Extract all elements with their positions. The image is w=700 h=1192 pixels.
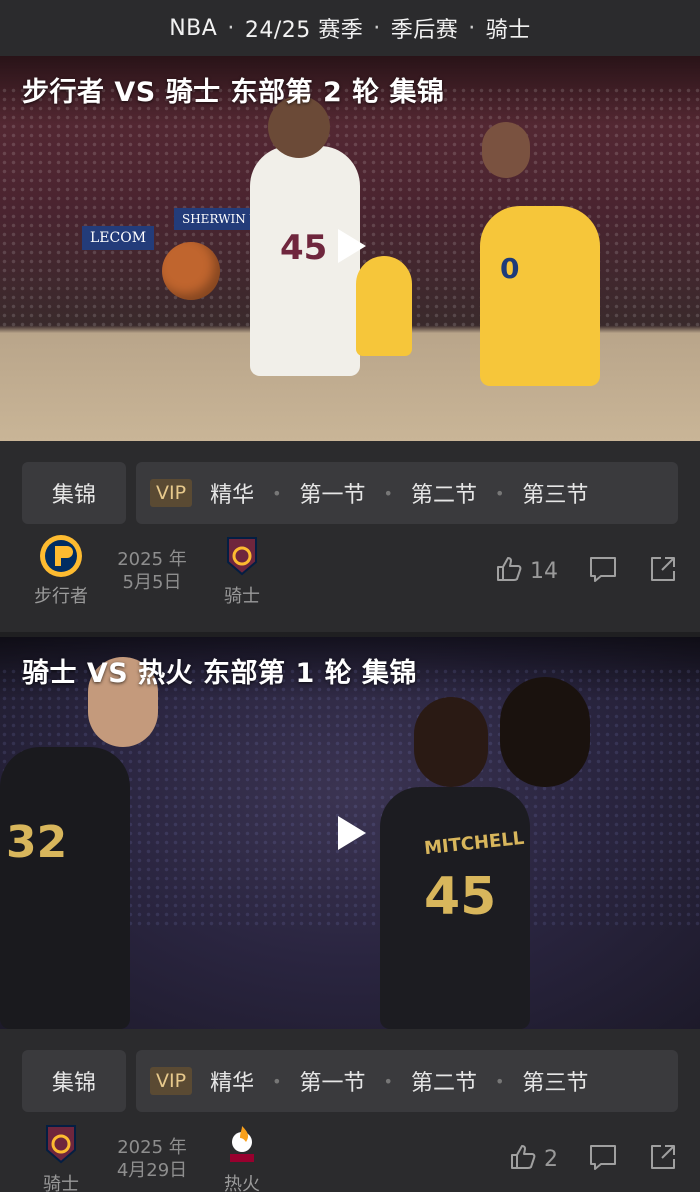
vip-badge[interactable]: VIP bbox=[150, 1067, 193, 1095]
card-actions: 14 bbox=[464, 554, 678, 588]
tag-highlights[interactable]: 集锦 bbox=[22, 1050, 126, 1112]
video-card: LECOM SHERWIN WILLIAMS 45 0 步行者 VS 骑士 东部… bbox=[0, 56, 700, 632]
dot-separator: • bbox=[383, 1071, 393, 1091]
tag-essence[interactable]: 精华 bbox=[210, 1065, 254, 1097]
breadcrumb: NBA · 24/25 赛季 · 季后赛 · 骑士 bbox=[0, 0, 700, 56]
team-home[interactable]: 步行者 bbox=[16, 534, 106, 608]
like-button[interactable]: 2 bbox=[508, 1142, 558, 1176]
like-count: 2 bbox=[544, 1146, 558, 1172]
play-icon[interactable] bbox=[330, 224, 374, 268]
tag-quarter-1[interactable]: 第一节 bbox=[300, 1065, 366, 1097]
like-count: 14 bbox=[530, 558, 558, 584]
breadcrumb-separator: · bbox=[468, 15, 476, 41]
jersey-number: 45 bbox=[280, 228, 328, 268]
tag-highlights[interactable]: 集锦 bbox=[22, 462, 126, 524]
video-thumbnail[interactable]: 32 MITCHELL 45 骑士 VS 热火 东部第 1 轮 集锦 bbox=[0, 637, 700, 1029]
thumbs-up-icon bbox=[508, 1142, 538, 1176]
jersey-number: 0 bbox=[500, 252, 520, 285]
tag-group: VIP 精华 • 第一节 • 第二节 • 第三节 bbox=[136, 1050, 678, 1112]
dot-separator: • bbox=[272, 483, 282, 503]
team-away[interactable]: 热火 bbox=[197, 1122, 287, 1192]
cavaliers-logo-icon bbox=[39, 1122, 83, 1166]
player-head bbox=[482, 122, 530, 178]
breadcrumb-separator: · bbox=[227, 15, 235, 41]
heat-logo-icon bbox=[220, 1122, 264, 1166]
video-title[interactable]: 步行者 VS 骑士 东部第 2 轮 集锦 bbox=[22, 70, 445, 109]
comment-button[interactable] bbox=[588, 1142, 618, 1176]
share-icon bbox=[648, 554, 678, 588]
dot-separator: • bbox=[494, 483, 505, 503]
tag-essence[interactable]: 精华 bbox=[210, 477, 254, 509]
comment-icon bbox=[588, 554, 618, 588]
arena-banner: LECOM bbox=[82, 226, 155, 250]
match-date: 2025 年 5月5日 bbox=[108, 548, 196, 594]
vip-badge[interactable]: VIP bbox=[150, 479, 193, 507]
share-button[interactable] bbox=[648, 554, 678, 588]
player-pacers bbox=[356, 256, 412, 356]
cavaliers-logo-icon bbox=[220, 534, 264, 578]
team-name: 热火 bbox=[224, 1174, 260, 1192]
comment-button[interactable] bbox=[588, 554, 618, 588]
player-cavaliers bbox=[0, 747, 130, 1029]
team-name: 步行者 bbox=[34, 586, 88, 607]
jersey-number: 32 bbox=[6, 817, 68, 868]
breadcrumb-team[interactable]: 骑士 bbox=[486, 12, 531, 44]
tag-bar: 集锦 VIP 精华 • 第一节 • 第二节 • 第三节 bbox=[22, 1050, 678, 1112]
dot-separator: • bbox=[272, 1071, 282, 1091]
play-icon[interactable] bbox=[330, 811, 374, 855]
video-title[interactable]: 骑士 VS 热火 东部第 1 轮 集锦 bbox=[22, 651, 417, 690]
jersey-number: 45 bbox=[424, 867, 497, 927]
comment-icon bbox=[588, 1142, 618, 1176]
tag-quarter-3[interactable]: 第三节 bbox=[522, 477, 588, 509]
video-card: 32 MITCHELL 45 骑士 VS 热火 东部第 1 轮 集锦 集锦 VI… bbox=[0, 637, 700, 1192]
match-meta: 步行者 2025 年 5月5日 骑士 14 bbox=[0, 534, 700, 614]
thumbs-up-icon bbox=[494, 554, 524, 588]
match-date: 2025 年 4月29日 bbox=[108, 1136, 196, 1182]
video-thumbnail[interactable]: LECOM SHERWIN WILLIAMS 45 0 步行者 VS 骑士 东部… bbox=[0, 56, 700, 441]
tag-quarter-2[interactable]: 第二节 bbox=[411, 1065, 477, 1097]
tag-bar: 集锦 VIP 精华 • 第一节 • 第二节 • 第三节 bbox=[22, 462, 678, 524]
tag-quarter-3[interactable]: 第三节 bbox=[522, 1065, 588, 1097]
card-actions: 2 bbox=[478, 1142, 678, 1176]
basketball bbox=[162, 242, 220, 300]
team-home[interactable]: 骑士 bbox=[16, 1122, 106, 1192]
team-name: 骑士 bbox=[224, 586, 260, 607]
breadcrumb-league[interactable]: NBA bbox=[169, 16, 217, 41]
match-meta: 骑士 2025 年 4月29日 热火 2 bbox=[0, 1122, 700, 1192]
team-name: 骑士 bbox=[43, 1174, 79, 1192]
date-day: 5月5日 bbox=[122, 572, 182, 593]
dot-separator: • bbox=[494, 1071, 505, 1091]
breadcrumb-season[interactable]: 24/25 赛季 bbox=[245, 12, 363, 44]
tag-quarter-1[interactable]: 第一节 bbox=[300, 477, 366, 509]
date-day: 4月29日 bbox=[116, 1160, 188, 1181]
date-year: 2025 年 bbox=[117, 1137, 187, 1158]
player-pacers bbox=[480, 206, 600, 386]
tag-group: VIP 精华 • 第一节 • 第二节 • 第三节 bbox=[136, 462, 678, 524]
team-away[interactable]: 骑士 bbox=[197, 534, 287, 608]
like-button[interactable]: 14 bbox=[494, 554, 558, 588]
breadcrumb-separator: · bbox=[373, 15, 381, 41]
date-year: 2025 年 bbox=[117, 549, 187, 570]
dot-separator: • bbox=[383, 483, 393, 503]
breadcrumb-stage[interactable]: 季后赛 bbox=[391, 12, 459, 44]
pacers-logo-icon bbox=[39, 534, 83, 578]
player-head bbox=[500, 677, 590, 787]
player-head bbox=[414, 697, 488, 787]
share-button[interactable] bbox=[648, 1142, 678, 1176]
share-icon bbox=[648, 1142, 678, 1176]
tag-quarter-2[interactable]: 第二节 bbox=[411, 477, 477, 509]
